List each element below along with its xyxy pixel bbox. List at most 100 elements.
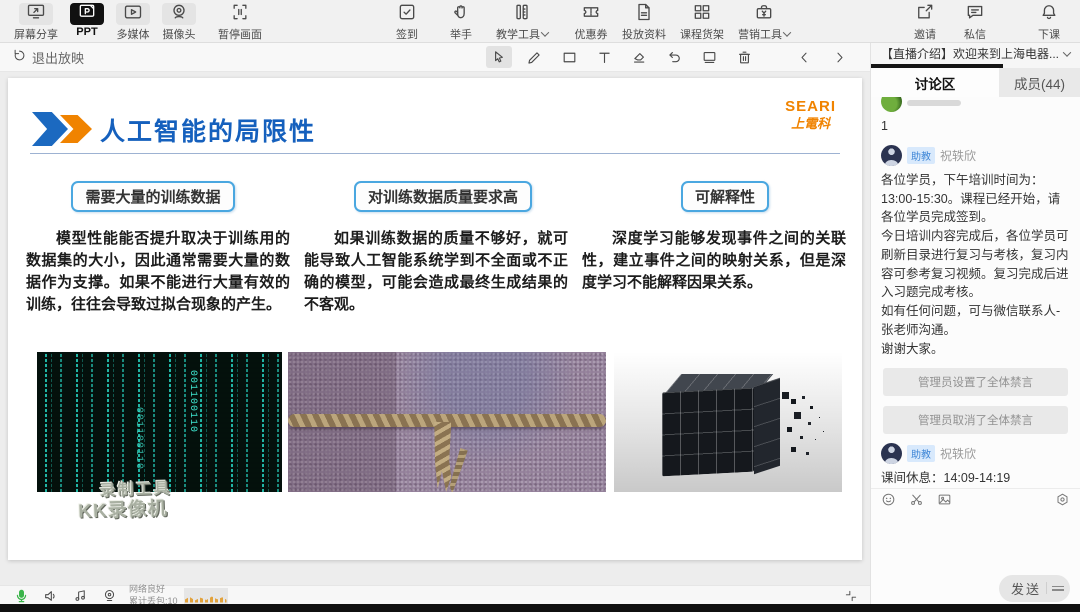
seari-logo: SEARI 上電科 [785,98,836,131]
pause-screen-icon [230,2,250,27]
slide-images: 001100110 001100110 [37,352,842,492]
header-box-data-quality: 对训练数据质量要求高 [353,181,532,212]
ppt-button[interactable]: PPT [70,3,104,38]
avatar [881,97,902,112]
course-shelf-button[interactable]: 课程货架 [680,3,724,42]
unmute-notice: 管理员取消了全体禁言 [883,406,1068,435]
end-class-button[interactable]: 下课 [1032,3,1066,42]
assistant-badge: 助教 [907,445,935,463]
cut-button[interactable] [909,492,924,512]
chevron-down-icon [1062,47,1072,57]
teaching-tools-button[interactable]: 教学工具 [496,2,550,42]
status-bar: 网络良好 累计丢包:10 [0,584,870,606]
shattering-cube-image [614,352,842,492]
teaching-tools-icon [512,2,532,27]
speaker-button[interactable] [43,588,59,604]
chevron-down-icon [782,28,792,37]
invite-icon [915,2,935,27]
slide-header: 人工智能的局限性 SEARI 上電科 [8,98,862,154]
ppt-slide: 人工智能的局限性 SEARI 上電科 需要大量的训练数据 对训练数据质量要求高 … [8,78,862,560]
network-quality-chart [183,587,228,604]
clipped-username [907,99,961,106]
send-options-icon[interactable] [1052,585,1064,591]
stream-title: 【直播介绍】欢迎来到上海电器... [881,47,1060,61]
stream-title-dropdown[interactable]: 【直播介绍】欢迎来到上海电器... [871,43,1080,64]
raise-hand-icon [451,2,471,27]
next-page-button[interactable] [826,46,852,68]
header-box-training-data: 需要大量的训练数据 [71,181,235,212]
live-teaching-window: 屏幕分享 PPT 多媒体 摄像头 暂停画面 签到 举手 教学工具 优惠券 投放资… [0,0,1080,612]
send-button[interactable]: 发送 [998,574,1070,602]
playback-toolbar: 退出放映 [0,43,870,72]
column-headers: 需要大量的训练数据 对训练数据质量要求高 可解释性 [8,181,862,212]
tab-discussion[interactable]: 讨论区 [871,68,999,97]
materials-button[interactable]: 投放资料 [622,3,666,42]
trash-tool[interactable] [731,46,757,68]
marketing-tools-icon [754,2,774,27]
media-icon [123,2,143,27]
chat-sidebar: 【直播介绍】欢迎来到上海电器... 讨论区 成员(44) 1 助教 祝轶欣 各位… [870,43,1080,604]
exit-playback-button[interactable]: 退出放映 [12,48,84,67]
prev-page-button[interactable] [791,46,817,68]
chat-toolbar [871,488,1080,514]
paragraph-training-data: 模型性能能否提升取决于训练用的数据集的大小，因此通常需要大量的数据作为支撑。如果… [26,230,290,314]
chat-message: 助教 祝轶欣 课间休息：14:09-14:19 [881,443,1070,488]
invite-button[interactable]: 邀请 [908,3,942,42]
webcam-button[interactable] [102,588,117,603]
marketing-tools-button[interactable]: 营销工具 [738,2,792,42]
chat-message: 助教 祝轶欣 各位学员，下午培训时间为：13:00-15:30。课程已经开始，请… [881,144,1070,359]
avatar [881,443,902,465]
camera-icon [169,2,189,27]
sidebar-tabs: 讨论区 成员(44) [871,68,1080,97]
course-shelf-icon [692,2,712,27]
eraser-tool[interactable] [626,46,652,68]
slide-title: 人工智能的局限性 [100,118,317,146]
end-class-icon [1039,2,1059,27]
chevron-down-icon [540,28,550,37]
paragraph-interpretability: 深度学习能够发现事件之间的关联性，建立事件之间的映射关系，但是深度学习不能解释因… [582,230,846,292]
chat-message-list[interactable]: 1 助教 祝轶欣 各位学员，下午培训时间为：13:00-15:30。课程已经开始… [871,97,1080,488]
media-button[interactable]: 多媒体 [116,3,150,42]
chat-settings-button[interactable] [1055,492,1070,512]
raise-hand-button[interactable]: 举手 [444,3,478,42]
sign-in-icon [397,2,417,27]
exit-playback-icon [12,48,27,66]
pause-screen-button[interactable]: 暂停画面 [218,3,262,42]
fraying-rope-image [288,352,606,492]
username: 祝轶欣 [940,447,977,462]
text-tool[interactable] [591,46,617,68]
materials-icon [634,2,654,27]
screen-share-icon [26,2,46,27]
coupon-button[interactable]: 优惠券 [574,3,608,42]
ppt-icon [77,2,97,27]
emoji-button[interactable] [881,492,896,512]
rectangle-tool[interactable] [556,46,582,68]
sign-in-button[interactable]: 签到 [390,3,424,42]
pen-tool[interactable] [521,46,547,68]
send-row: 发送 [871,572,1080,604]
microphone-button[interactable] [14,588,29,604]
avatar [881,144,902,166]
private-message-button[interactable]: 私信 [958,3,992,42]
screen-share-button[interactable]: 屏幕分享 [14,3,58,42]
column-paragraphs: 模型性能能否提升取决于训练用的数据集的大小，因此通常需要大量的数据作为支撑。如果… [26,228,846,316]
title-underline [30,153,840,154]
private-message-icon [965,2,985,27]
tab-members[interactable]: 成员(44) [999,68,1080,97]
shrink-view-button[interactable] [844,589,858,603]
camera-button[interactable]: 摄像头 [162,3,196,42]
undo-tool[interactable] [661,46,687,68]
recorder-watermark: 录制工具 KK录像机 [77,480,172,524]
board-tool[interactable] [696,46,722,68]
slide-canvas: 人工智能的局限性 SEARI 上電科 需要大量的训练数据 对训练数据质量要求高 … [0,72,870,585]
music-button[interactable] [73,588,88,603]
assistant-badge: 助教 [907,146,935,164]
username: 祝轶欣 [940,148,977,163]
header-box-interpretability: 可解释性 [680,181,769,212]
matrix-binary-rain-image: 001100110 001100110 [37,352,282,492]
chat-input[interactable] [871,514,1080,572]
image-button[interactable] [937,492,952,512]
coupon-icon [581,2,601,27]
cursor-tool[interactable] [486,46,512,68]
